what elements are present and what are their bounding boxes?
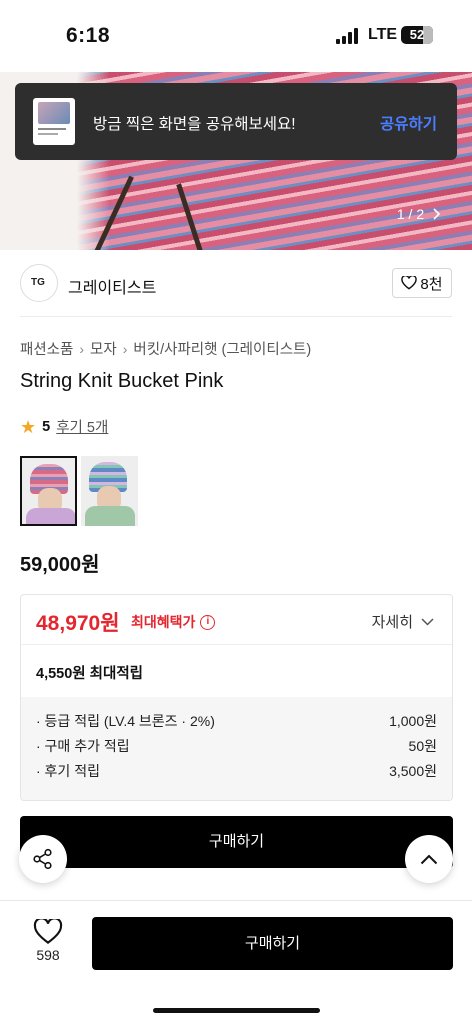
max-benefit-label: 최대혜택가 i bbox=[131, 612, 216, 632]
status-bar: 6:18 LTE 52 bbox=[0, 0, 472, 72]
thumbnail-blue[interactable] bbox=[81, 456, 138, 526]
buy-button[interactable]: 구매하기 bbox=[92, 917, 453, 970]
chevron-right-icon: › bbox=[122, 340, 128, 357]
share-fab[interactable] bbox=[19, 835, 67, 883]
status-time: 6:18 bbox=[66, 24, 111, 47]
buy-button-inline[interactable]: 구매하기 bbox=[20, 816, 453, 868]
scroll-top-button[interactable] bbox=[405, 835, 453, 883]
image-thumbnails bbox=[20, 456, 138, 526]
breadcrumb: 패션소품 › 모자 › 버킷/사파리햇 (그레이티스트) bbox=[20, 338, 311, 359]
star-icon: ★ bbox=[20, 416, 37, 437]
carousel-counter: 1 / 2 bbox=[397, 206, 442, 222]
points-total: 4,550원 최대적립 bbox=[36, 666, 144, 682]
heart-icon bbox=[401, 276, 418, 290]
benefit-box: 48,970원 최대혜택가 i 자세히 4,550원 최대적립 · 등급 적립 … bbox=[20, 594, 453, 801]
reviews-link[interactable]: 후기 5개 bbox=[56, 416, 108, 437]
toast-message: 방금 찍은 화면을 공유해보세요! bbox=[93, 116, 296, 133]
breadcrumb-item[interactable]: 모자 bbox=[90, 338, 117, 359]
heart-icon[interactable] bbox=[33, 919, 63, 945]
divider bbox=[20, 316, 452, 317]
breadcrumb-item[interactable]: 버킷/사파리햇 (그레이티스트) bbox=[133, 338, 311, 359]
chevron-down-icon bbox=[421, 617, 434, 626]
svg-text:TG: TG bbox=[31, 277, 45, 288]
share-toast: 방금 찍은 화면을 공유해보세요! 공유하기 bbox=[15, 83, 457, 160]
points-breakdown: · 등급 적립 (LV.4 브론즈 · 2%) 1,000원 · 구매 추가 적립… bbox=[21, 697, 452, 800]
battery-icon: 52 bbox=[401, 26, 433, 44]
brand-like-count: 8천 bbox=[420, 275, 443, 293]
signal-icon bbox=[336, 28, 360, 44]
bottom-action-bar: 598 구매하기 bbox=[0, 900, 472, 1024]
breadcrumb-item[interactable]: 패션소품 bbox=[20, 338, 73, 359]
chevron-up-icon bbox=[420, 854, 438, 864]
home-indicator bbox=[153, 1008, 320, 1013]
chevron-right-icon: › bbox=[79, 340, 85, 357]
breakdown-row: · 구매 추가 적립 50원 bbox=[36, 738, 437, 754]
detail-toggle[interactable]: 자세히 bbox=[372, 611, 434, 632]
thumbnail-pink[interactable] bbox=[20, 456, 77, 526]
breakdown-row: · 후기 적립 3,500원 bbox=[36, 763, 437, 779]
like-count: 598 bbox=[36, 947, 60, 963]
share-icon bbox=[33, 848, 52, 870]
sale-price: 48,970원 bbox=[36, 612, 120, 635]
network-label: LTE bbox=[368, 26, 398, 43]
brand-name[interactable]: 그레이티스트 bbox=[68, 274, 156, 298]
max-benefit-row: 48,970원 최대혜택가 i 자세히 bbox=[21, 595, 452, 645]
brand-logo[interactable]: TG bbox=[20, 264, 58, 302]
breakdown-row: · 등급 적립 (LV.4 브론즈 · 2%) 1,000원 bbox=[36, 713, 437, 729]
share-button[interactable]: 공유하기 bbox=[380, 112, 437, 134]
brand-like-button[interactable]: 8천 bbox=[392, 268, 452, 298]
chevron-right-icon bbox=[433, 208, 441, 220]
battery-level: 52 bbox=[409, 27, 425, 42]
info-icon[interactable]: i bbox=[200, 614, 216, 630]
rating-row: ★ 5 후기 5개 bbox=[20, 416, 108, 437]
original-price: 59,000원 bbox=[20, 554, 100, 576]
screenshot-thumbnail[interactable] bbox=[33, 98, 75, 145]
rating-score: 5 bbox=[42, 418, 51, 435]
product-title: String Knit Bucket Pink bbox=[20, 370, 224, 392]
brand-row: TG 그레이티스트 8천 bbox=[20, 262, 452, 306]
